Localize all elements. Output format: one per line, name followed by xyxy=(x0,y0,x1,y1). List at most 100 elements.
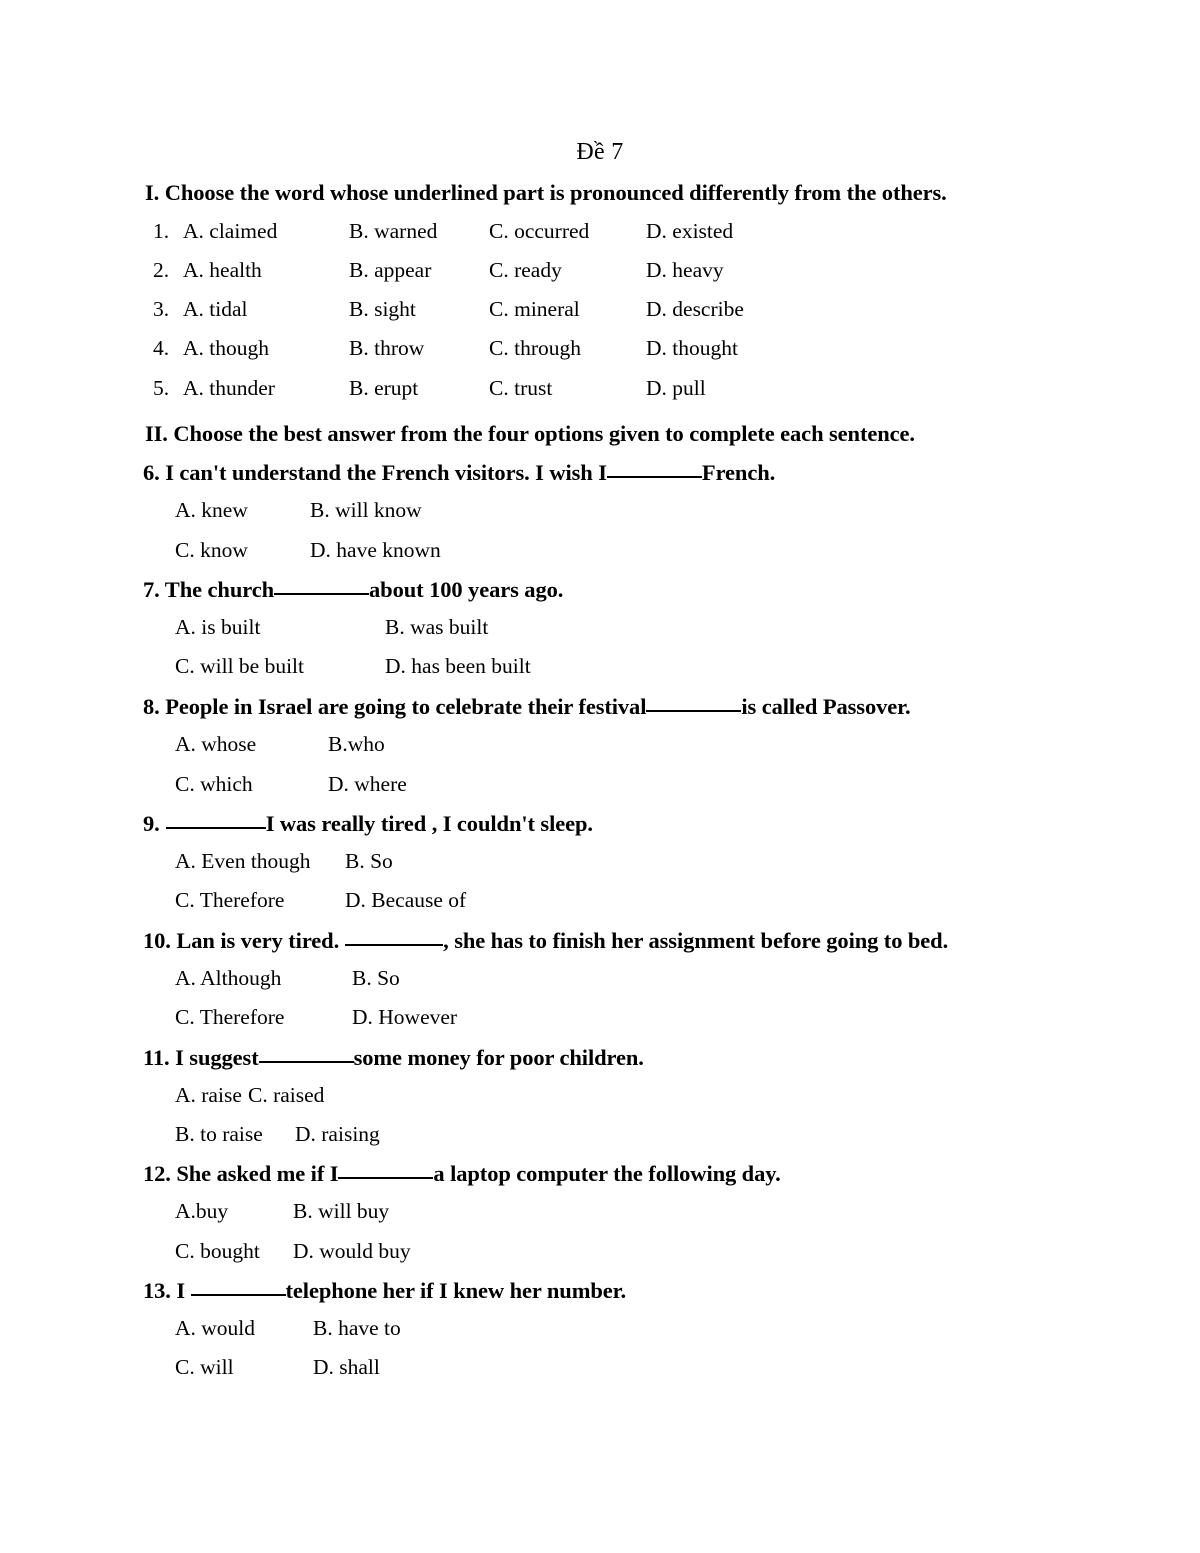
option-c[interactable]: C. through xyxy=(489,336,581,361)
option-b[interactable]: B. will buy xyxy=(293,1199,389,1224)
option-c[interactable]: C. will be built xyxy=(175,654,304,679)
option-c[interactable]: C. raised xyxy=(248,1083,324,1108)
question-stem-13: 13. I telephone her if I knew her number… xyxy=(143,1278,626,1304)
answer-row-11-2: B. to raise D. raising xyxy=(175,1122,675,1150)
option-b[interactable]: B. appear xyxy=(349,258,431,283)
answer-blank[interactable] xyxy=(606,461,702,478)
option-b[interactable]: B. will know xyxy=(310,498,422,523)
option-b[interactable]: B. So xyxy=(345,849,393,874)
answer-row-8-2: C. which D. where xyxy=(175,772,675,800)
question-stem-text: 10. Lan is very tired. xyxy=(143,928,340,953)
pronunciation-row-4: 4. A. though B. throw C. through D. thou… xyxy=(153,336,1153,364)
option-c[interactable]: C. Therefore xyxy=(175,888,284,913)
answer-row-6-2: C. know D. have known xyxy=(175,538,675,566)
question-stem-text-after: telephone her if I knew her number. xyxy=(285,1278,627,1303)
option-b[interactable]: B. throw xyxy=(349,336,424,361)
option-d[interactable]: D. has been built xyxy=(385,654,531,679)
option-a[interactable]: A. claimed xyxy=(183,219,277,244)
option-b[interactable]: B. have to xyxy=(313,1316,401,1341)
option-a[interactable]: A. thunder xyxy=(183,376,275,401)
option-a[interactable]: A. though xyxy=(183,336,269,361)
option-d[interactable]: D. However xyxy=(352,1005,457,1030)
option-a[interactable]: A. Although xyxy=(175,966,281,991)
answer-row-12-1: A.buy B. will buy xyxy=(175,1199,675,1227)
option-a[interactable]: A. tidal xyxy=(183,297,248,322)
option-c[interactable]: C. trust xyxy=(489,376,552,401)
question-stem-text-after: I was really tired , I couldn't sleep. xyxy=(265,811,593,836)
option-d[interactable]: D. heavy xyxy=(646,258,724,283)
question-stem-text: 13. I xyxy=(143,1278,191,1303)
answer-blank[interactable] xyxy=(338,1162,434,1179)
answer-row-9-1: A. Even though B. So xyxy=(175,849,675,877)
section-heading-1: I. Choose the word whose underlined part… xyxy=(145,180,947,205)
option-a[interactable]: A. is built xyxy=(175,615,260,640)
option-d[interactable]: D. pull xyxy=(646,376,706,401)
answer-blank[interactable] xyxy=(345,929,444,946)
answer-row-6-1: A. knew B. will know xyxy=(175,498,675,526)
option-b[interactable]: B. sight xyxy=(349,297,416,322)
option-a[interactable]: A. would xyxy=(175,1316,255,1341)
option-c[interactable]: C. will xyxy=(175,1355,234,1380)
question-stem-text-after: a laptop computer the following day. xyxy=(433,1161,781,1186)
answer-row-10-2: C. Therefore D. However xyxy=(175,1005,675,1033)
option-d[interactable]: D. thought xyxy=(646,336,738,361)
option-c[interactable]: C. Therefore xyxy=(175,1005,284,1030)
option-b[interactable]: B.who xyxy=(328,732,385,757)
option-a[interactable]: A.buy xyxy=(175,1199,228,1224)
option-d[interactable]: D. existed xyxy=(646,219,733,244)
option-b[interactable]: B. erupt xyxy=(349,376,418,401)
option-d[interactable]: D. raising xyxy=(295,1122,380,1147)
option-a[interactable]: A. Even though xyxy=(175,849,311,874)
answer-blank[interactable] xyxy=(274,578,370,595)
option-b[interactable]: B. warned xyxy=(349,219,437,244)
option-d[interactable]: D. where xyxy=(328,772,407,797)
option-a[interactable]: A. whose xyxy=(175,732,256,757)
question-number: 5. xyxy=(153,376,170,400)
question-stem-6: 6. I can't understand the French visitor… xyxy=(143,460,775,486)
question-stem-text-after: some money for poor children. xyxy=(353,1045,644,1070)
option-c[interactable]: C. which xyxy=(175,772,253,797)
pronunciation-row-2: 2. A. health B. appear C. ready D. heavy xyxy=(153,258,1153,286)
question-stem-12: 12. She asked me if I a laptop computer t… xyxy=(143,1161,781,1187)
question-stem-text-after: about 100 years ago. xyxy=(369,577,564,602)
answer-row-7-2: C. will be built D. has been built xyxy=(175,654,775,682)
answer-row-13-2: C. will D. shall xyxy=(175,1355,675,1383)
question-stem-text: 11. I suggest xyxy=(143,1045,259,1070)
answer-blank[interactable] xyxy=(190,1279,286,1296)
answer-blank[interactable] xyxy=(165,812,266,829)
pronunciation-row-1: 1. A. claimed B. warned C. occurred D. e… xyxy=(153,219,1153,247)
option-d[interactable]: D. have known xyxy=(310,538,441,563)
option-b[interactable]: B. to raise xyxy=(175,1122,263,1147)
option-a[interactable]: A. knew xyxy=(175,498,248,523)
question-stem-text-after: French. xyxy=(701,460,776,485)
question-stem-text-after: , she has to finish her assignment befor… xyxy=(443,928,949,953)
option-c[interactable]: C. mineral xyxy=(489,297,580,322)
answer-row-11-1: A. raise C. raised xyxy=(175,1083,675,1111)
option-d[interactable]: D. describe xyxy=(646,297,744,322)
question-stem-text: 12. She asked me if I xyxy=(143,1161,339,1186)
pronunciation-row-3: 3. A. tidal B. sight C. mineral D. descr… xyxy=(153,297,1153,325)
option-b[interactable]: B. was built xyxy=(385,615,488,640)
question-stem-text: 7. The church xyxy=(143,577,275,602)
answer-blank[interactable] xyxy=(646,695,742,712)
option-d[interactable]: D. Because of xyxy=(345,888,466,913)
answer-row-8-1: A. whose B.who xyxy=(175,732,675,760)
option-b[interactable]: B. So xyxy=(352,966,400,991)
question-stem-text: 9. xyxy=(143,811,160,836)
question-number: 1. xyxy=(153,219,170,243)
question-stem-text-after: is called Passover. xyxy=(741,694,911,719)
answer-blank[interactable] xyxy=(258,1046,354,1063)
option-d[interactable]: D. would buy xyxy=(293,1239,411,1264)
option-c[interactable]: C. occurred xyxy=(489,219,589,244)
option-d[interactable]: D. shall xyxy=(313,1355,380,1380)
option-c[interactable]: C. ready xyxy=(489,258,562,283)
option-c[interactable]: C. know xyxy=(175,538,248,563)
option-a[interactable]: A. raise xyxy=(175,1083,242,1108)
question-stem-11: 11. I suggest some money for poor childre… xyxy=(143,1045,644,1071)
question-stem-10: 10. Lan is very tired. , she has to finis… xyxy=(143,928,948,954)
option-c[interactable]: C. bought xyxy=(175,1239,260,1264)
question-stem-9: 9. I was really tired , I couldn't sleep. xyxy=(143,811,593,837)
question-number: 4. xyxy=(153,336,170,360)
question-number: 3. xyxy=(153,297,170,321)
option-a[interactable]: A. health xyxy=(183,258,262,283)
